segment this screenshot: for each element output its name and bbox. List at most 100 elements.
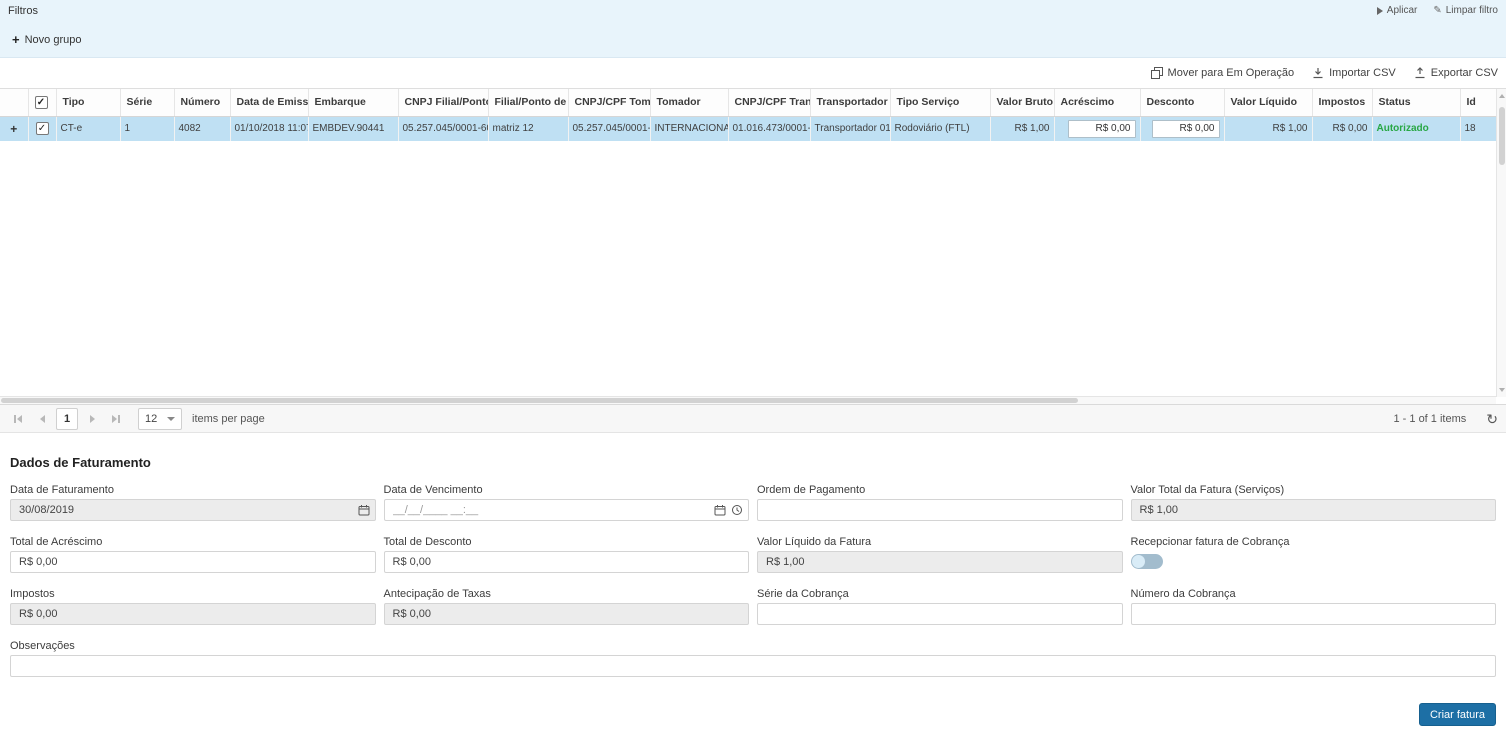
column-header-id[interactable]: Id (1460, 89, 1496, 116)
calendar-icon[interactable] (714, 504, 726, 516)
impostos-input (10, 603, 376, 625)
filters-title: Filtros (8, 5, 38, 17)
grid-table: ✓ Tipo Série Número Data de Emiss... Emb… (0, 89, 1496, 141)
new-group-button[interactable]: + Novo grupo (12, 33, 81, 46)
calendar-icon[interactable] (358, 504, 370, 516)
export-icon (1414, 67, 1426, 79)
observacoes-input[interactable] (10, 655, 1496, 677)
scroll-up-arrow-icon[interactable] (1499, 94, 1505, 98)
column-header-status[interactable]: Status (1372, 89, 1460, 116)
last-page-button[interactable] (106, 409, 126, 429)
desconto-input[interactable] (1152, 120, 1220, 138)
vertical-scrollbar[interactable] (1496, 89, 1506, 397)
vertical-scroll-thumb[interactable] (1499, 107, 1505, 165)
field-ordem-pagamento: Ordem de Pagamento (757, 484, 1123, 521)
column-header-acrescimo[interactable]: Acréscimo (1054, 89, 1140, 116)
billing-section: Dados de Faturamento Data de Faturamento… (0, 455, 1506, 677)
column-header-tomador[interactable]: Tomador (650, 89, 728, 116)
import-csv-button[interactable]: Importar CSV (1312, 67, 1396, 79)
column-header-desconto[interactable]: Desconto (1140, 89, 1224, 116)
column-header-cnpj-transportador[interactable]: CNPJ/CPF Transp... (728, 89, 810, 116)
column-header-impostos[interactable]: Impostos (1312, 89, 1372, 116)
recepcionar-cobranca-toggle[interactable] (1131, 554, 1163, 569)
column-header-transportador[interactable]: Transportador (810, 89, 890, 116)
data-vencimento-label: Data de Vencimento (384, 484, 750, 496)
cell-cnpj-filial: 05.257.045/0001-60 (398, 116, 488, 141)
apply-filter-label: Aplicar (1387, 5, 1418, 16)
next-triangle-icon (90, 415, 95, 423)
antecipacao-taxas-label: Antecipação de Taxas (384, 588, 750, 600)
field-recepcionar-cobranca: Recepcionar fatura de Cobrança (1131, 536, 1497, 573)
clear-filter-button[interactable]: ✎ Limpar filtro (1433, 5, 1498, 16)
import-csv-label: Importar CSV (1329, 67, 1396, 79)
field-data-vencimento: Data de Vencimento (384, 484, 750, 521)
row-checkbox[interactable]: ✓ (36, 122, 49, 135)
total-desconto-input[interactable] (384, 551, 750, 573)
current-page[interactable]: 1 (56, 408, 78, 430)
column-header-data-emissao[interactable]: Data de Emiss... (230, 89, 308, 116)
field-data-faturamento: Data de Faturamento (10, 484, 376, 521)
cell-numero: 4082 (174, 116, 230, 141)
column-header-cnpj-filial[interactable]: CNPJ Filial/Ponto de ... (398, 89, 488, 116)
billing-form: Data de Faturamento Data de Vencimento O… (10, 484, 1496, 677)
cell-cnpj-transportador: 01.016.473/0001-40 (728, 116, 810, 141)
column-header-cnpj-tomador[interactable]: CNPJ/CPF Tomador (568, 89, 650, 116)
cell-id: 18 (1460, 116, 1496, 141)
clock-icon[interactable] (731, 504, 743, 516)
apply-play-icon (1377, 7, 1383, 15)
seek-last-icon (118, 415, 120, 423)
cell-valor-bruto: R$ 1,00 (990, 116, 1054, 141)
create-invoice-button[interactable]: Criar fatura (1419, 703, 1496, 726)
grid-toolbar: Mover para Em Operação Importar CSV Expo… (0, 58, 1506, 88)
field-total-acrescimo: Total de Acréscimo (10, 536, 376, 573)
column-header-filial[interactable]: Filial/Ponto de O... (488, 89, 568, 116)
column-header-tipo[interactable]: Tipo (56, 89, 120, 116)
move-to-operation-button[interactable]: Mover para Em Operação (1151, 67, 1295, 79)
column-header-embarque[interactable]: Embarque (308, 89, 398, 116)
filter-panel: Filtros Aplicar ✎ Limpar filtro + Novo g… (0, 0, 1506, 58)
cell-transportador: Transportador 01 (810, 116, 890, 141)
column-header-valor-liquido[interactable]: Valor Líquido (1224, 89, 1312, 116)
import-icon (1312, 67, 1324, 79)
numero-cobranca-label: Número da Cobrança (1131, 588, 1497, 600)
total-acrescimo-label: Total de Acréscimo (10, 536, 376, 548)
serie-cobranca-input[interactable] (757, 603, 1123, 625)
field-observacoes: Observações (10, 640, 1496, 677)
items-per-page-label: items per page (192, 413, 265, 425)
select-all-checkbox[interactable]: ✓ (35, 96, 48, 109)
column-header-valor-bruto[interactable]: Valor Bruto (990, 89, 1054, 116)
apply-filter-button[interactable]: Aplicar (1377, 5, 1418, 16)
horizontal-scroll-thumb[interactable] (1, 398, 1078, 403)
acrescimo-input[interactable] (1068, 120, 1136, 138)
refresh-button[interactable]: ↻ (1486, 412, 1498, 426)
data-vencimento-input[interactable] (384, 499, 750, 521)
pagination-bar: 1 12 items per page 1 - 1 of 1 items ↻ (0, 404, 1506, 433)
export-csv-label: Exportar CSV (1431, 67, 1498, 79)
prev-triangle-icon (17, 415, 22, 423)
horizontal-scrollbar[interactable] (0, 396, 1496, 404)
expand-row-button[interactable]: + (10, 122, 17, 136)
total-acrescimo-input[interactable] (10, 551, 376, 573)
column-header-select: ✓ (28, 89, 56, 116)
table-row[interactable]: + ✓ CT-e 1 4082 01/10/2018 11:07 EMBDEV.… (0, 116, 1496, 141)
next-page-button[interactable] (82, 409, 102, 429)
move-icon (1151, 67, 1163, 79)
numero-cobranca-input[interactable] (1131, 603, 1497, 625)
valor-liquido-label: Valor Líquido da Fatura (757, 536, 1123, 548)
form-footer: Criar fatura (0, 677, 1506, 726)
column-header-tipo-servico[interactable]: Tipo Serviço (890, 89, 990, 116)
page-size-select[interactable]: 12 (138, 408, 182, 430)
page-size-value: 12 (145, 413, 157, 425)
prev-page-button[interactable] (32, 409, 52, 429)
seek-first-icon (14, 415, 16, 423)
recepcionar-cobranca-label: Recepcionar fatura de Cobrança (1131, 536, 1497, 548)
scroll-down-arrow-icon[interactable] (1499, 388, 1505, 392)
impostos-label: Impostos (10, 588, 376, 600)
move-to-operation-label: Mover para Em Operação (1168, 67, 1295, 79)
clear-filter-icon: ✎ (1433, 6, 1441, 16)
first-page-button[interactable] (8, 409, 28, 429)
column-header-serie[interactable]: Série (120, 89, 174, 116)
ordem-pagamento-input[interactable] (757, 499, 1123, 521)
export-csv-button[interactable]: Exportar CSV (1414, 67, 1498, 79)
column-header-numero[interactable]: Número (174, 89, 230, 116)
